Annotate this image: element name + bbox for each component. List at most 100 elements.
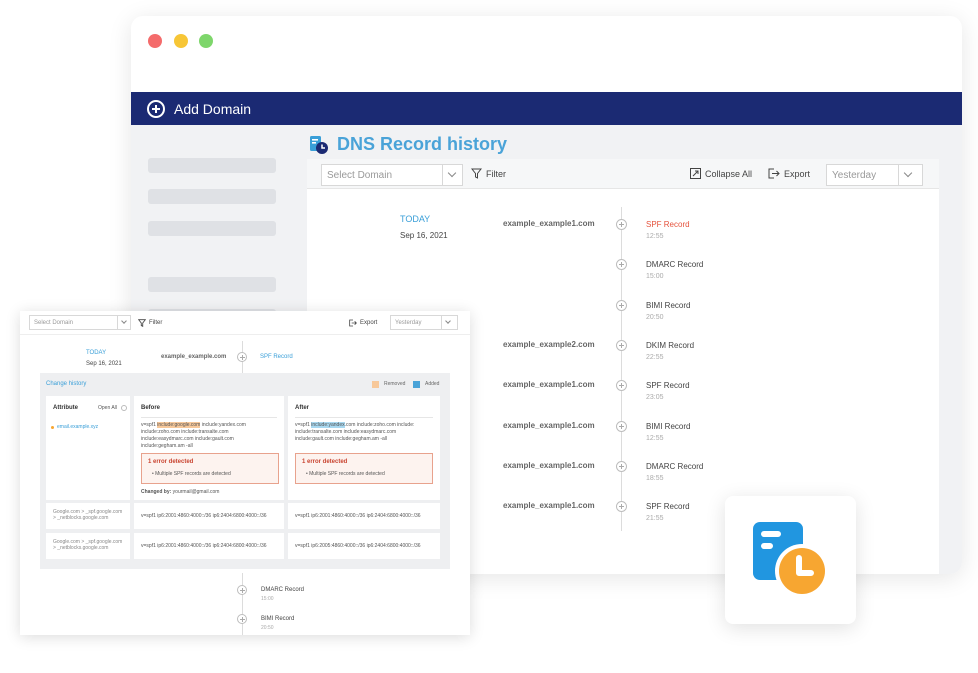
date-range-dropdown[interactable]: Yesterday (826, 164, 923, 186)
row-attribute: Google.com > _spf.google.com > _netblocks… (53, 539, 122, 551)
timeline-record[interactable]: DKIM Record (646, 341, 694, 350)
front-below-record[interactable]: BIMI Record (261, 616, 294, 622)
timeline-node[interactable] (616, 501, 627, 513)
maximize-window-dot[interactable] (199, 34, 213, 48)
before-value: v=spf1 include:google.com include:yandex… (141, 422, 246, 450)
added-legend: Added (425, 381, 440, 387)
page-title-text: DNS Record history (337, 134, 508, 154)
front-today-label: TODAY (86, 350, 107, 356)
after-text: include:transalte.com include:easydmarc.… (295, 429, 397, 435)
error-title: 1 error detected (148, 459, 194, 465)
row-attribute: Google.com > _spf.google.com > _netblocks… (53, 509, 122, 521)
timeline-record[interactable]: BIMI Record (646, 301, 690, 310)
export-button[interactable]: Export (768, 168, 810, 179)
collapse-icon (690, 168, 701, 179)
before-column: Before v=spf1 include:google.com include… (134, 396, 284, 500)
row-attribute-line: > _netblocks.google.com (53, 515, 109, 521)
export-icon (768, 168, 780, 179)
error-item-text: Multiple SPF records are detected (309, 471, 385, 477)
front-select-domain-dropdown[interactable]: Select Domain (29, 315, 131, 330)
after-text: v=spf1 (295, 422, 312, 428)
before-text: include:zoho.com include:transalte.com (141, 429, 229, 435)
before-text: include:yandex.com (200, 422, 246, 428)
removed-legend: Removed (384, 381, 406, 387)
front-record[interactable]: SPF Record (260, 354, 293, 360)
before-header: Before (141, 405, 161, 411)
timeline-node[interactable] (616, 380, 627, 392)
front-export-label: Export (360, 320, 378, 326)
before-text: include:easydmarc.com include:gault.com (141, 436, 234, 442)
front-timeline-node[interactable] (237, 585, 247, 595)
front-date-range-dropdown[interactable]: Yesterday (390, 315, 458, 330)
timeline-node[interactable] (616, 259, 627, 271)
add-domain-button[interactable]: Add Domain (147, 99, 252, 118)
timeline-record[interactable]: DMARC Record (646, 462, 703, 471)
changed-by-label: Changed by: (141, 489, 172, 495)
front-date: Sep 16, 2021 (86, 361, 122, 367)
after-column: After v=spf1 include:yandex.com include:… (288, 396, 440, 500)
timeline-node[interactable] (616, 299, 627, 311)
filter-button[interactable]: Filter (471, 168, 506, 179)
timeline-record[interactable]: SPF Record (646, 220, 690, 229)
page-title: DNS Record history (309, 134, 507, 155)
timeline-time: 12:55 (646, 233, 664, 240)
add-domain-label: Add Domain (174, 100, 252, 117)
dns-history-large-icon (753, 522, 829, 598)
timeline-record[interactable]: SPF Record (646, 381, 690, 390)
timeline-domain: example_example1.com (503, 501, 595, 511)
export-icon (349, 319, 357, 327)
timeline-node[interactable] (616, 339, 627, 351)
error-item: • Multiple SPF records are detected (306, 471, 385, 477)
change-history-window: Select Domain Filter Export Yesterday TO… (20, 311, 470, 635)
timeline-record[interactable]: DMARC Record (646, 260, 703, 269)
before-text: v=spf1 (141, 422, 158, 428)
chevron-down-icon (442, 165, 462, 185)
top-bar: Add Domain (131, 92, 962, 125)
timeline-date: Sep 16, 2021 (400, 231, 448, 240)
timeline-node[interactable] (616, 219, 627, 230)
toolbar: Select Domain Filter Collapse All Export… (307, 159, 939, 189)
filter-icon (138, 319, 146, 327)
front-timeline-node[interactable] (237, 614, 247, 624)
info-icon (121, 405, 127, 411)
timeline-record[interactable]: SPF Record (646, 502, 690, 511)
timeline-domain: example_example1.com (503, 460, 595, 470)
front-below-time: 15:00 (261, 596, 274, 602)
timeline-domain: example_example1.com (503, 380, 595, 390)
row-after-value: v=spf1 ip6:2005:4860:4000::/36 ip6:2404:… (295, 543, 421, 549)
collapse-all-button[interactable]: Collapse All (690, 168, 752, 179)
select-domain-dropdown[interactable]: Select Domain (321, 164, 463, 186)
divider (295, 417, 433, 418)
close-window-dot[interactable] (148, 34, 162, 48)
timeline-node[interactable] (616, 460, 627, 472)
attribute-item[interactable]: email.example.xyz (57, 424, 98, 430)
front-export-button[interactable]: Export (349, 319, 377, 327)
front-select-domain-placeholder: Select Domain (34, 319, 74, 326)
front-timeline-node[interactable] (237, 352, 247, 362)
table-row-attribute: Google.com > _spf.google.com > _netblocks… (46, 533, 130, 559)
front-filter-button[interactable]: Filter (138, 319, 162, 327)
error-item-text: Multiple SPF records are detected (155, 471, 231, 477)
timeline-time: 12:55 (646, 434, 664, 442)
removed-highlight: include:google.com (157, 422, 201, 428)
timeline-time: 21:55 (646, 515, 664, 523)
open-all-button[interactable]: Open All (98, 405, 117, 411)
timeline-record[interactable]: BIMI Record (646, 422, 690, 431)
before-error-box: 1 error detected • Multiple SPF records … (141, 453, 279, 484)
front-domain: example_example.com (161, 354, 227, 360)
timeline-node[interactable] (616, 420, 627, 432)
added-highlight: include:yandex (311, 422, 345, 428)
front-below-record[interactable]: DMARC Record (261, 587, 304, 593)
sidebar-placeholder-item (148, 221, 276, 236)
front-toolbar: Select Domain Filter Export Yesterday (20, 311, 470, 335)
sidebar-placeholder-item (148, 158, 276, 173)
after-error-box: 1 error detected • Multiple SPF records … (295, 453, 433, 484)
dns-history-icon (310, 135, 328, 154)
change-history-title: Change history (46, 381, 87, 387)
removed-swatch (372, 381, 379, 388)
row-attribute-line: > _netblocks.google.com (53, 545, 109, 551)
after-header: After (295, 405, 310, 411)
minimize-window-dot[interactable] (174, 34, 188, 48)
table-row-attribute: Google.com > _spf.google.com > _netblocks… (46, 503, 130, 529)
added-swatch (413, 381, 420, 388)
